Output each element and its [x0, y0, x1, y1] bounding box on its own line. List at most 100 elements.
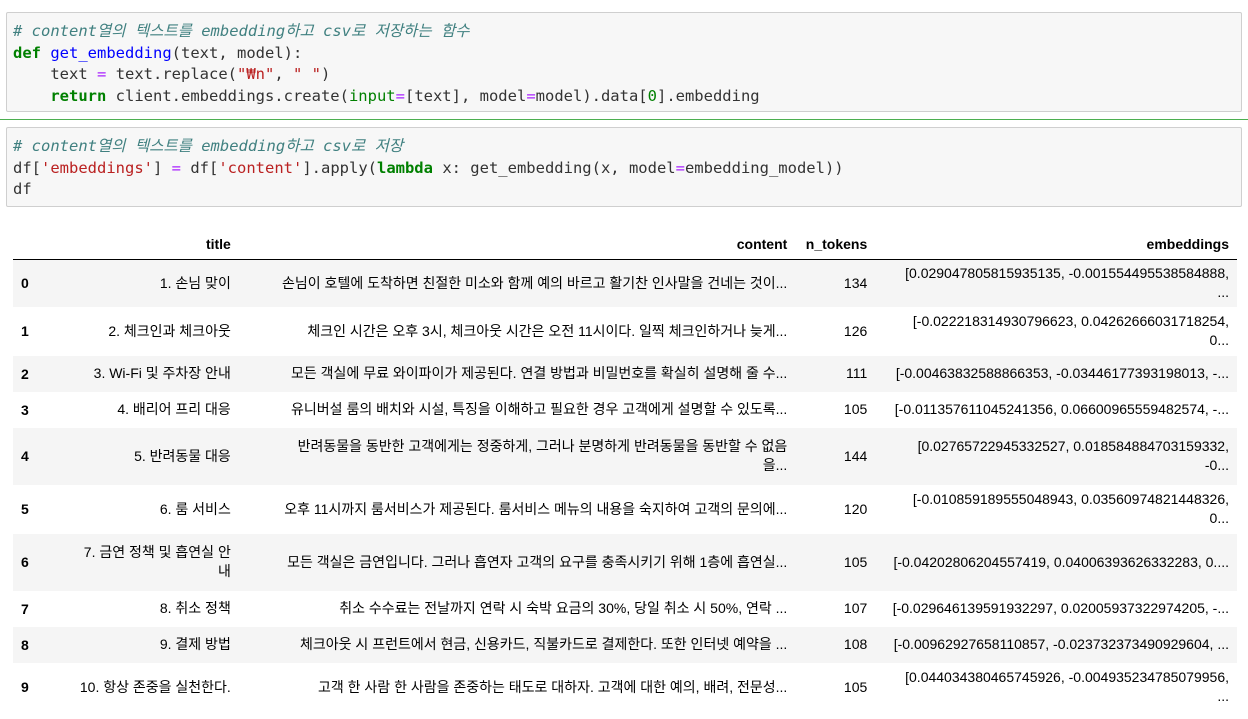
embedding-line: 0... — [1209, 510, 1229, 526]
table-row: 2 3. Wi-Fi 및 주차장 안내 모든 객실에 무료 와이파이가 제공된다… — [13, 355, 1237, 392]
code-operator: = — [675, 158, 685, 177]
cell-n-tokens: 107 — [843, 600, 868, 616]
code-text: df[ — [13, 158, 41, 177]
code-keyword-def: def — [13, 43, 41, 62]
code-string: 'embeddings' — [41, 158, 153, 177]
cell-content: 모든 객실은 금연입니다. 그러나 흡연자 고객의 요구를 충족시키기 위해 1… — [287, 553, 788, 570]
row-index: 8 — [21, 636, 29, 653]
cell-title: 6. 룸 서비스 — [159, 500, 231, 517]
code-comment: # content열의 텍스트를 embedding하고 csv로 저장 — [13, 137, 404, 155]
row-index: 7 — [21, 600, 29, 617]
cell-embeddings: [-0.011357611045241356, 0.06600965559482… — [894, 401, 1229, 417]
cell-n-tokens: 126 — [843, 322, 868, 339]
title-line: 7. 금연 정책 및 흡연실 안 — [83, 544, 231, 560]
code-operator: = — [526, 86, 536, 105]
code-keyword-lambda: lambda — [376, 158, 433, 177]
table-header: title content n_tokens embeddings — [13, 228, 1237, 260]
row-index: 0 — [21, 275, 29, 292]
cell-embeddings: [-0.00962927658110857, -0.02373237349092… — [893, 636, 1229, 652]
cell-n-tokens: 105 — [843, 678, 868, 695]
code-text: df[ — [181, 158, 219, 177]
cell-embeddings: [0.044034380465745926, -0.00493523478507… — [875, 663, 1237, 712]
cell-content: 고객 한 사람 한 사람을 존중하는 태도로 대하자. 고객에 대한 예의, 배… — [318, 678, 788, 695]
column-header-n-tokens: n_tokens — [795, 228, 876, 260]
content-line: 을... — [762, 457, 788, 473]
cell-embeddings: [-0.010859189555048943, 0.03560974821448… — [875, 485, 1237, 534]
embedding-line: [-0.010859189555048943, 0.03560974821448… — [912, 491, 1229, 507]
cell-divider — [0, 119, 1248, 120]
table-row: 6 7. 금연 정책 및 흡연실 안내 모든 객실은 금연입니다. 그러나 흡연… — [13, 533, 1237, 591]
code-number: 0 — [647, 86, 657, 105]
cell-content: 체크아웃 시 프런트에서 현금, 신용카드, 직불카드로 결제한다. 또한 인터… — [300, 636, 788, 652]
cell-n-tokens: 111 — [845, 365, 868, 381]
cell-embeddings: [0.02765722945332527, 0.0185848847031593… — [875, 428, 1237, 485]
code-cell-apply-embedding[interactable]: # content열의 텍스트를 embedding하고 csv로 저장 df[… — [6, 127, 1242, 207]
embedding-line: [0.044034380465745926, -0.00493523478507… — [905, 669, 1229, 685]
code-editor[interactable]: # content열의 텍스트를 embedding하고 csv로 저장하는 함… — [13, 21, 1241, 107]
embedding-line: 0... — [1209, 332, 1229, 348]
code-operator: = — [395, 86, 405, 105]
column-header-embeddings: embeddings — [875, 228, 1237, 260]
row-index: 4 — [21, 448, 29, 464]
cell-embeddings: [-0.04202806204557419, 0.040063936263322… — [893, 553, 1229, 570]
code-string: 'content' — [218, 158, 303, 177]
row-index: 2 — [21, 365, 29, 382]
code-string: "₩n" — [237, 65, 275, 83]
code-text: client.embeddings.create( — [115, 86, 349, 105]
cell-title: 7. 금연 정책 및 흡연실 안내 — [49, 534, 239, 591]
code-text: text — [50, 65, 88, 83]
table-row: 1 2. 체크인과 체크아웃 체크인 시간은 오후 3시, 체크아웃 시간은 오… — [13, 306, 1237, 356]
cell-embeddings: [-0.029646139591932297, 0.02005937322974… — [892, 600, 1229, 616]
row-index: 6 — [21, 554, 29, 570]
code-operator: = — [97, 65, 107, 83]
row-index: 5 — [21, 501, 29, 517]
embedding-line: ... — [1217, 284, 1229, 301]
code-text: embedding_model)) — [684, 158, 844, 177]
row-index: 9 — [21, 679, 29, 695]
cell-content: 반려동물을 동반한 고객에게는 정중하게, 그러나 분명하게 반려동물을 동반할… — [239, 428, 795, 485]
embedding-line: -0... — [1204, 457, 1229, 473]
cell-n-tokens: 105 — [843, 401, 868, 417]
cell-n-tokens: 134 — [843, 274, 868, 291]
cell-n-tokens: 105 — [843, 553, 868, 570]
table-row: 7 8. 취소 정책 취소 수수료는 전날까지 연락 시 숙박 요금의 30%,… — [13, 590, 1237, 627]
cell-content: 취소 수수료는 전날까지 연락 시 숙박 요금의 30%, 당일 취소 시 50… — [339, 600, 788, 616]
code-text: ].embedding — [656, 86, 760, 105]
code-keyword-return: return — [50, 86, 107, 105]
cell-content: 오후 11시까지 룸서비스가 제공된다. 룸서비스 메뉴의 내용을 숙지하여 고… — [284, 500, 788, 517]
code-string: " " — [293, 65, 322, 83]
row-index: 3 — [21, 401, 29, 418]
table-row: 8 9. 결제 방법 체크아웃 시 프런트에서 현금, 신용카드, 직불카드로 … — [13, 626, 1237, 663]
code-text: model).data[ — [535, 86, 648, 105]
cell-title: 9. 결제 방법 — [159, 636, 231, 652]
cell-title: 4. 배리어 프리 대응 — [117, 401, 231, 417]
code-text: ) — [321, 65, 331, 83]
content-line: 반려동물을 동반한 고객에게는 정중하게, 그러나 분명하게 반려동물을 동반할… — [297, 438, 788, 454]
cell-content: 유니버설 룸의 배치와 시설, 특징을 이해하고 필요한 경우 고객에게 설명할… — [291, 401, 788, 417]
cell-title: 1. 손님 맞이 — [159, 274, 231, 291]
cell-n-tokens: 108 — [843, 636, 868, 652]
code-cell-get-embedding[interactable]: # content열의 텍스트를 embedding하고 csv로 저장하는 함… — [6, 12, 1242, 112]
cell-embeddings: [-0.022218314930796623, 0.04262666031718… — [875, 307, 1237, 356]
cell-content: 모든 객실에 무료 와이파이가 제공된다. 연결 방법과 비밀번호를 확실히 설… — [291, 365, 788, 381]
cell-embeddings: [-0.00463832588866353, -0.03446177393198… — [895, 365, 1229, 381]
cell-content: 체크인 시간은 오후 3시, 체크아웃 시간은 오전 11시이다. 일찍 체크인… — [307, 322, 788, 339]
cell-title: 3. Wi-Fi 및 주차장 안내 — [93, 365, 231, 381]
cell-embeddings: [0.029047805815935135, -0.00155449553858… — [875, 260, 1237, 307]
cell-title: 8. 취소 정책 — [159, 600, 231, 616]
embedding-line: [0.029047805815935135, -0.00155449553858… — [905, 265, 1229, 282]
code-text: df — [13, 180, 32, 198]
embedding-line: [-0.022218314930796623, 0.04262666031718… — [912, 313, 1229, 329]
code-editor[interactable]: # content열의 텍스트를 embedding하고 csv로 저장 df[… — [13, 136, 1241, 201]
code-text: x: get_embedding(x, model — [432, 158, 676, 177]
code-comment: # content열의 텍스트를 embedding하고 csv로 저장하는 함… — [13, 22, 470, 40]
index-header — [13, 228, 49, 260]
cell-title: 2. 체크인과 체크아웃 — [108, 322, 231, 339]
cell-content: 손님이 호텔에 도착하면 친절한 미소와 함께 예의 바르고 활기찬 인사말을 … — [282, 274, 788, 291]
table-row: 0 1. 손님 맞이 손님이 호텔에 도착하면 친절한 미소와 함께 예의 바르… — [13, 259, 1237, 307]
embedding-line: ... — [1217, 688, 1229, 704]
code-function-name: get_embedding — [50, 43, 172, 62]
cell-title: 5. 반려동물 대응 — [134, 447, 231, 464]
code-params: (text, model): — [171, 43, 303, 62]
code-text: , — [274, 65, 294, 83]
